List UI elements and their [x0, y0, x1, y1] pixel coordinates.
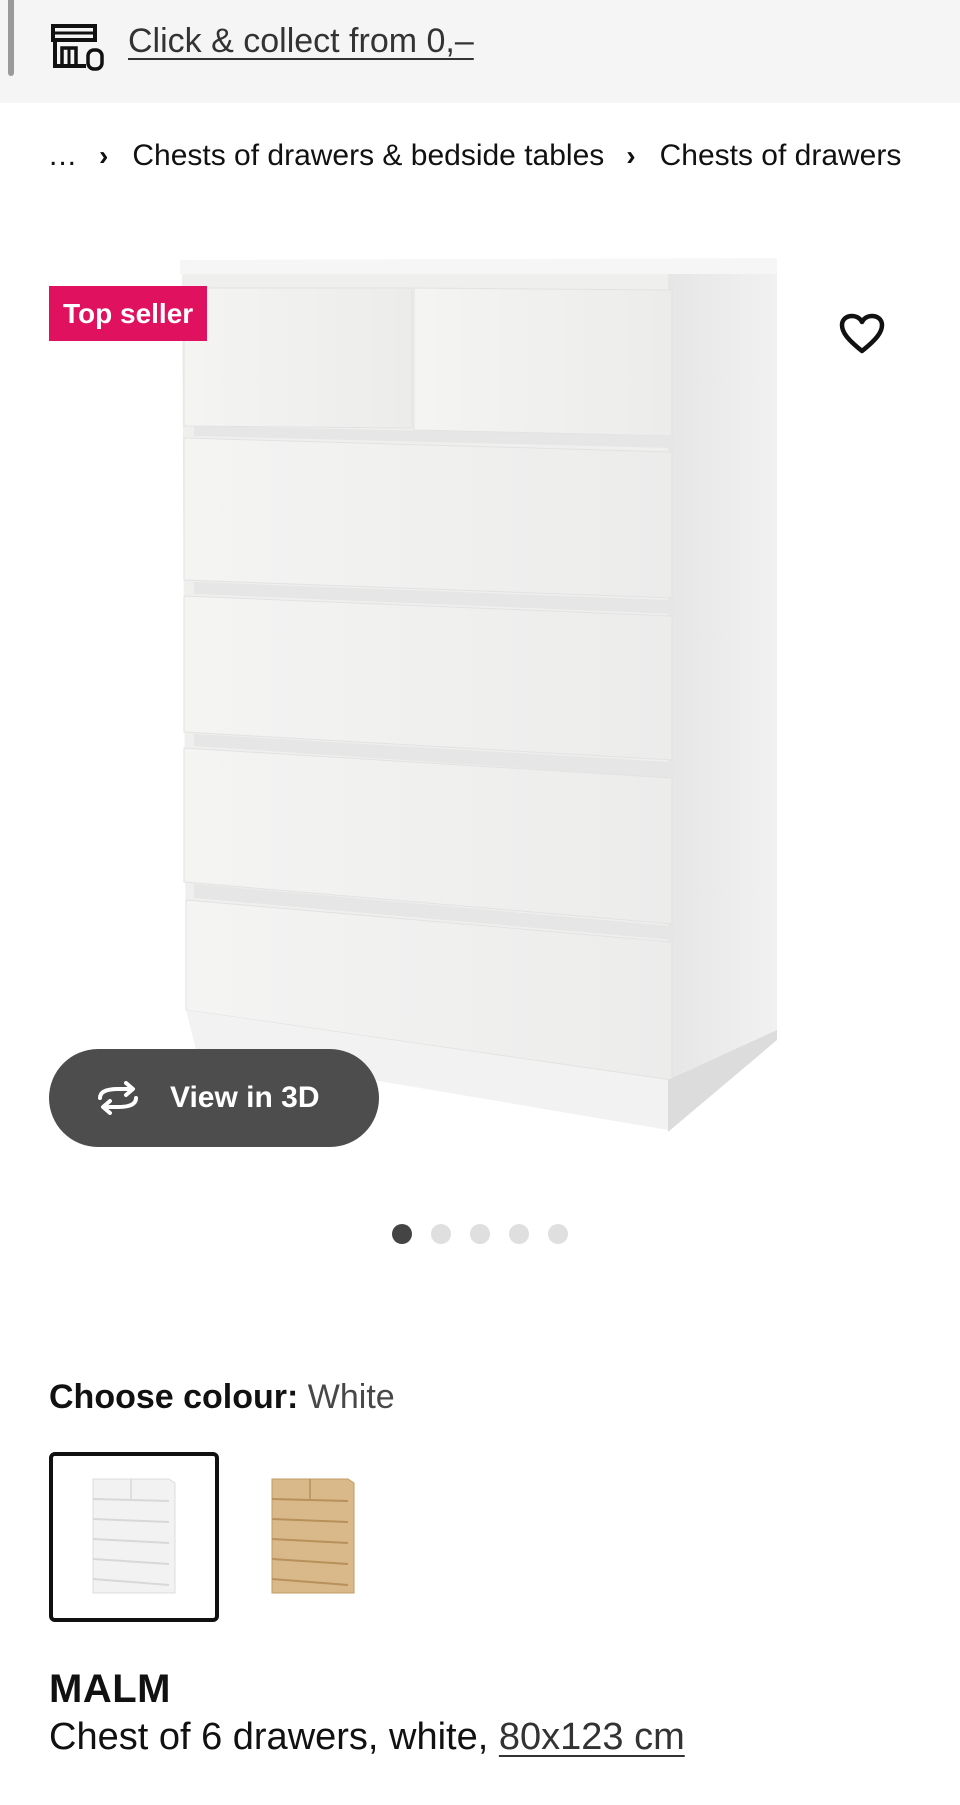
oak-chest-thumbnail [271, 1478, 355, 1594]
gallery-pagination [392, 1224, 568, 1246]
view-in-3d-button[interactable]: View in 3D [49, 1049, 379, 1147]
store-pickup-icon [51, 24, 104, 71]
pagination-dot[interactable] [392, 1224, 412, 1244]
pagination-dot[interactable] [509, 1224, 529, 1244]
breadcrumb-item-chests-of-drawers[interactable]: Chests of drawers [660, 139, 902, 173]
chevron-right-icon: › [99, 140, 109, 171]
top-seller-badge: Top seller [49, 286, 208, 341]
scroll-indicator [8, 0, 14, 76]
breadcrumb-item-chests-bedside[interactable]: Chests of drawers & bedside tables [132, 139, 604, 173]
rotate-3d-icon [98, 1081, 138, 1115]
product-size-link[interactable]: 80x123 cm [499, 1716, 685, 1758]
white-chest-thumbnail [92, 1478, 176, 1594]
colour-value: White [307, 1378, 395, 1416]
heart-outline-icon [839, 313, 885, 354]
click-collect-bar: Click & collect from 0,– [0, 0, 960, 103]
breadcrumb-ellipsis[interactable]: ... [49, 139, 77, 173]
chevron-right-icon: › [626, 140, 636, 171]
favourite-button[interactable] [836, 308, 888, 360]
breadcrumb: ... › Chests of drawers & bedside tables… [49, 136, 901, 176]
product-description-text: Chest of 6 drawers, white, [49, 1716, 499, 1758]
pagination-dot[interactable] [431, 1224, 451, 1244]
product-description: Chest of 6 drawers, white, 80x123 cm [49, 1712, 685, 1762]
product-name: MALM [49, 1667, 171, 1711]
colour-swatch-oak[interactable] [228, 1452, 398, 1622]
pagination-dot[interactable] [470, 1224, 490, 1244]
colour-heading: Choose colour: White [49, 1375, 395, 1419]
colour-swatch-white[interactable] [49, 1452, 219, 1622]
view-in-3d-label: View in 3D [170, 1081, 320, 1114]
pagination-dot[interactable] [548, 1224, 568, 1244]
colour-label: Choose colour: [49, 1378, 299, 1416]
click-collect-link[interactable]: Click & collect from 0,– [128, 20, 474, 62]
